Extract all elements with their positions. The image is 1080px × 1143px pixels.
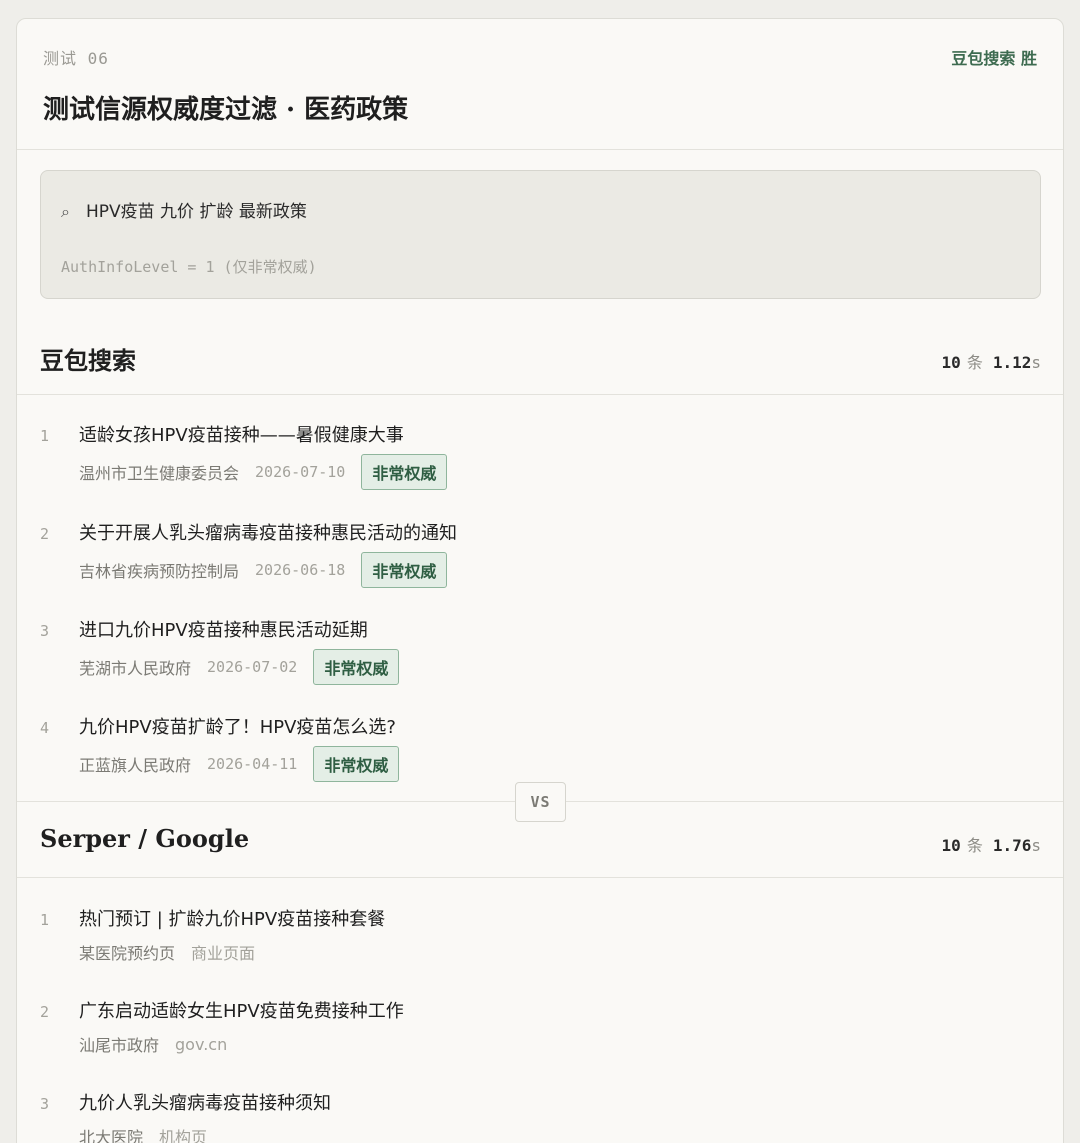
result-number: 2 [40, 525, 50, 543]
result-meta: 吉林省疾病预防控制局 2026-06-18 非常权威 [79, 552, 448, 588]
result-source: 吉林省疾病预防控制局 [79, 562, 240, 581]
section-title: Serper / Google [40, 824, 250, 853]
result-source: 汕尾市政府 [79, 1036, 160, 1055]
authority-badge: 非常权威 [313, 649, 400, 685]
result-meta: 芜湖市人民政府 2026-07-02 非常权威 [79, 649, 400, 685]
result-title[interactable]: 热门预订 | 扩龄九价HPV疫苗接种套餐 [79, 905, 385, 931]
response-time: 1.12 [992, 353, 1032, 372]
result-meta: 温州市卫生健康委员会 2026-07-10 非常权威 [79, 454, 448, 490]
result-number: 3 [40, 622, 50, 640]
result-count: 10 [941, 836, 961, 855]
serper-section-header: Serper / Google 10 条 1.76s [17, 802, 1063, 878]
result-source: 温州市卫生健康委员会 [79, 464, 240, 483]
result-count: 10 [941, 353, 961, 372]
time-unit: s [1031, 353, 1041, 372]
section-stats: 10 条 1.76s [942, 832, 1041, 856]
result-title[interactable]: 适龄女孩HPV疫苗接种——暑假健康大事 [79, 421, 404, 447]
result-title[interactable]: 九价人乳头瘤病毒疫苗接种须知 [79, 1089, 331, 1115]
response-time: 1.76 [992, 836, 1032, 855]
result-meta: 正蓝旗人民政府 2026-04-11 非常权威 [79, 746, 400, 782]
result-meta: 某医院预约页 商业页面 [79, 935, 255, 969]
comparison-card: 测试 06 豆包搜索 胜 测试信源权威度过滤 · 医药政策 ⌕ HPV疫苗 九价 … [16, 18, 1064, 1143]
result-source: 某医院预约页 [79, 944, 176, 963]
result-title[interactable]: 关于开展人乳头瘤病毒疫苗接种惠民活动的通知 [79, 519, 457, 545]
authority-badge: 非常权威 [313, 746, 400, 782]
result-number: 2 [40, 1003, 50, 1021]
query-box: ⌕ HPV疫苗 九价 扩龄 最新政策 AuthInfoLevel = 1 (仅非常… [40, 170, 1041, 299]
result-date: 2026-07-02 [207, 658, 298, 676]
test-label: 测试 06 [43, 49, 109, 68]
section-stats: 10 条 1.12s [942, 349, 1041, 373]
authority-badge: 非常权威 [361, 454, 448, 490]
card-header: 测试 06 豆包搜索 胜 测试信源权威度过滤 · 医药政策 [17, 19, 1063, 150]
page-title: 测试信源权威度过滤 · 医药政策 [43, 95, 409, 125]
query-line: ⌕ HPV疫苗 九价 扩龄 最新政策 [61, 197, 307, 222]
result-title[interactable]: 进口九价HPV疫苗接种惠民活动延期 [79, 616, 368, 642]
auth-info-level: AuthInfoLevel = 1 (仅非常权威) [61, 258, 317, 276]
winner-label: 豆包搜索 胜 [951, 49, 1037, 68]
result-number: 1 [40, 911, 50, 929]
result-meta: 汕尾市政府 gov.cn [79, 1027, 227, 1061]
result-title[interactable]: 广东启动适龄女生HPV疫苗免费接种工作 [79, 997, 404, 1023]
result-source: 正蓝旗人民政府 [79, 756, 192, 775]
section-title: 豆包搜索 [40, 346, 136, 375]
result-kind: 机构页 [159, 1128, 208, 1143]
result-meta: 北大医院 机构页 [79, 1119, 207, 1143]
result-number: 3 [40, 1095, 50, 1113]
result-date: 2026-04-11 [207, 755, 298, 773]
authority-badge: 非常权威 [361, 552, 448, 588]
count-unit: 条 [966, 353, 983, 372]
doubao-section-header: 豆包搜索 10 条 1.12s [17, 319, 1063, 395]
result-number: 4 [40, 719, 50, 737]
count-unit: 条 [966, 836, 983, 855]
result-number: 1 [40, 427, 50, 445]
time-unit: s [1031, 836, 1041, 855]
result-date: 2026-07-10 [255, 463, 346, 481]
query-text: HPV疫苗 九价 扩龄 最新政策 [85, 202, 307, 222]
result-kind: gov.cn [175, 1034, 228, 1054]
result-date: 2026-06-18 [255, 561, 346, 579]
result-title[interactable]: 九价HPV疫苗扩龄了！HPV疫苗怎么选? [79, 713, 396, 739]
search-icon: ⌕ [61, 202, 70, 221]
result-source: 北大医院 [79, 1128, 144, 1143]
result-source: 芜湖市人民政府 [79, 659, 192, 678]
result-kind: 商业页面 [191, 944, 256, 963]
